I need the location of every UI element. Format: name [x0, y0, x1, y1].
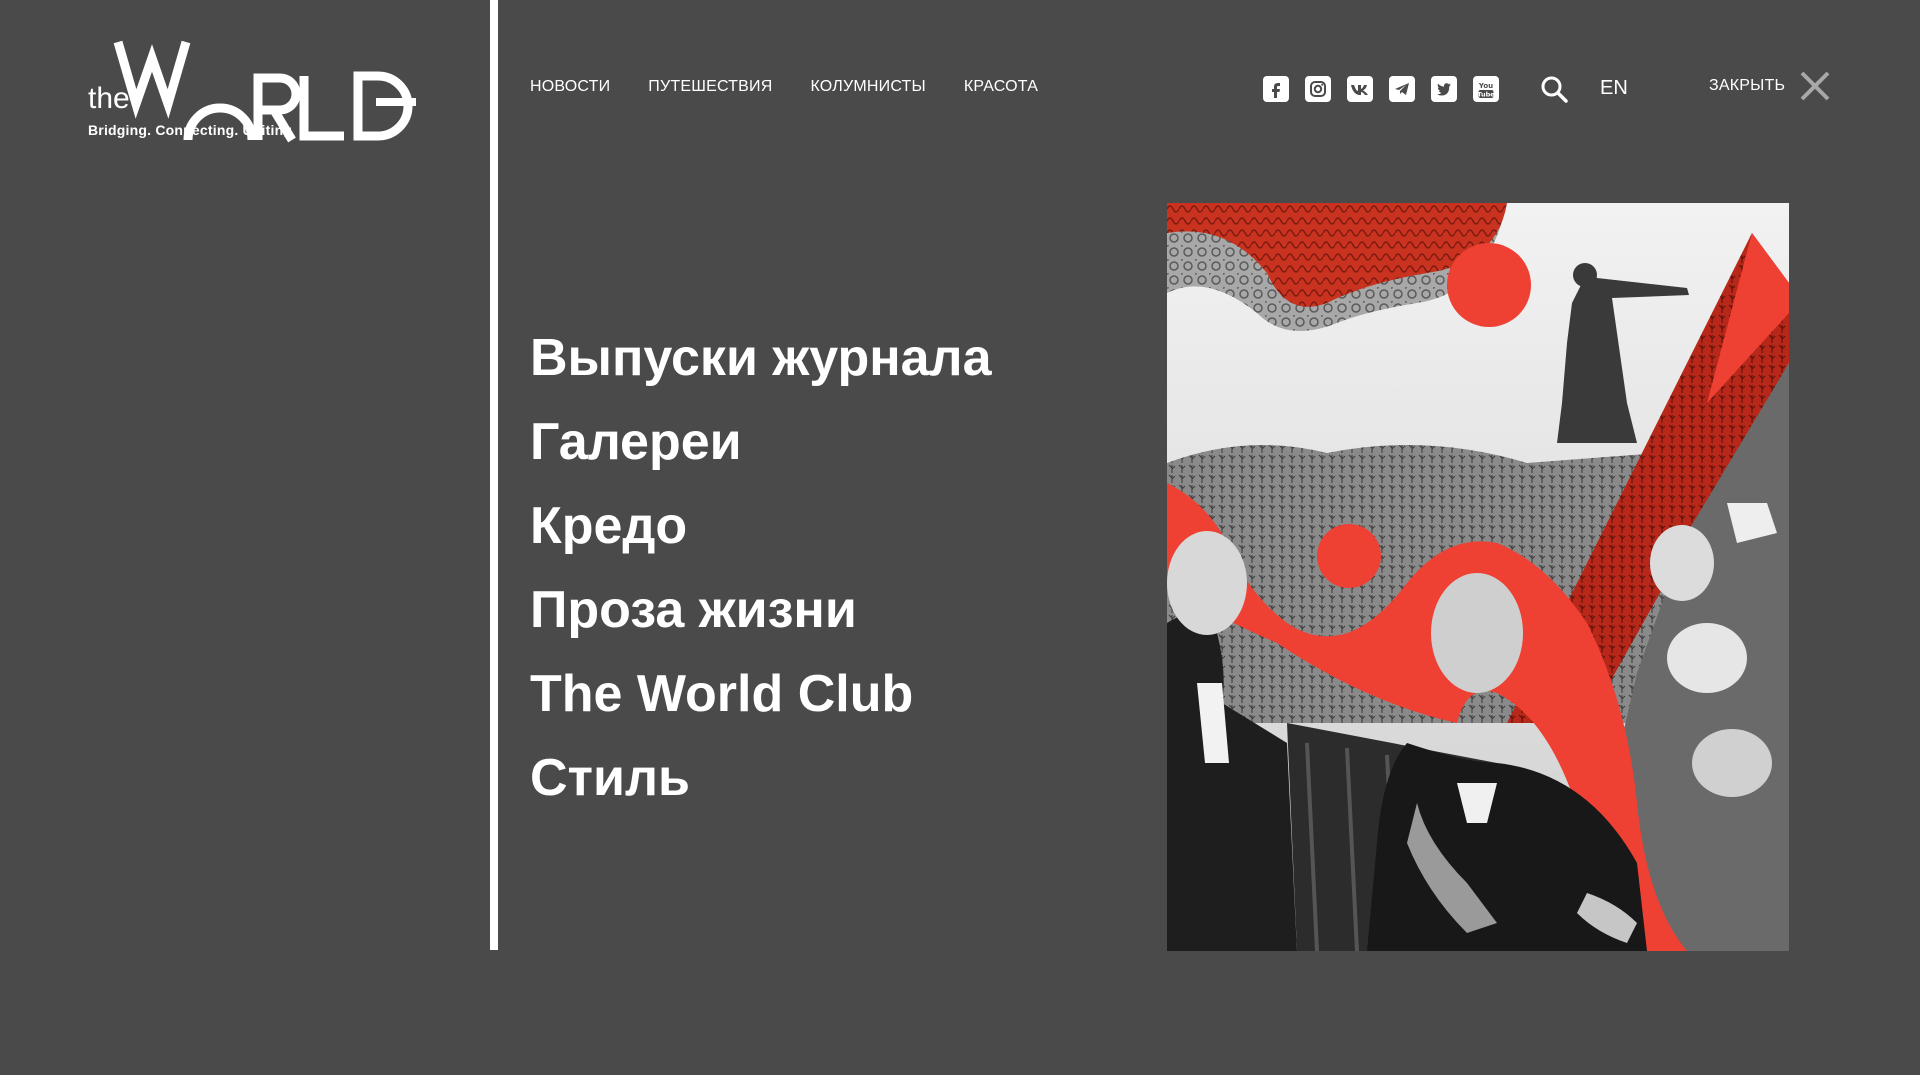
vk-icon[interactable]	[1347, 76, 1373, 102]
menu-item-world-club[interactable]: The World Club	[530, 652, 992, 736]
menu-overlay: the Bridging. Connecting. Uniting НОВОСТ…	[0, 0, 1920, 1075]
social-links: You Tube	[1263, 76, 1499, 102]
nav-item-news[interactable]: НОВОСТИ	[530, 78, 610, 96]
main-menu: Выпуски журнала Галереи Кредо Проза жизн…	[530, 316, 992, 820]
youtube-icon[interactable]: You Tube	[1473, 76, 1499, 102]
nav-item-columnists[interactable]: КОЛУМНИСТЫ	[810, 78, 925, 96]
svg-text:You: You	[1478, 82, 1493, 90]
language-switch[interactable]: EN	[1600, 77, 1628, 100]
logo-tagline: Bridging. Connecting. Uniting	[88, 122, 293, 138]
menu-item-credo[interactable]: Кредо	[530, 484, 992, 568]
site-logo[interactable]: the Bridging. Connecting. Uniting	[88, 38, 433, 144]
nav-item-beauty[interactable]: КРАСОТА	[964, 78, 1038, 96]
telegram-icon[interactable]	[1389, 76, 1415, 102]
featured-collage-image[interactable]	[1167, 203, 1789, 951]
close-label: ЗАКРЫТЬ	[1709, 77, 1786, 94]
menu-item-galleries[interactable]: Галереи	[530, 400, 992, 484]
menu-item-style[interactable]: Стиль	[530, 736, 992, 820]
svg-text:Tube: Tube	[1477, 91, 1495, 99]
menu-item-issues[interactable]: Выпуски журнала	[530, 316, 992, 400]
instagram-icon[interactable]	[1305, 76, 1331, 102]
nav-item-travel[interactable]: ПУТЕШЕСТВИЯ	[648, 78, 772, 96]
close-menu-button[interactable]: ЗАКРЫТЬ	[1709, 70, 1831, 102]
close-icon	[1800, 71, 1830, 101]
top-navigation: НОВОСТИ ПУТЕШЕСТВИЯ КОЛУМНИСТЫ КРАСОТА	[530, 78, 1038, 96]
logo-prefix: the	[88, 82, 130, 115]
twitter-icon[interactable]	[1431, 76, 1457, 102]
facebook-icon[interactable]	[1263, 76, 1289, 102]
menu-item-prose[interactable]: Проза жизни	[530, 568, 992, 652]
search-icon[interactable]	[1540, 75, 1568, 103]
vertical-divider	[490, 0, 498, 950]
